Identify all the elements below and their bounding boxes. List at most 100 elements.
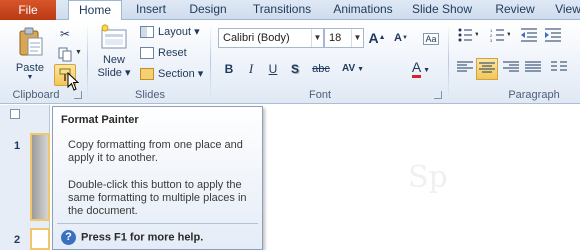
reset-button[interactable]: Reset [140, 43, 187, 63]
align-left-icon [457, 61, 473, 72]
section-icon [140, 68, 154, 81]
grow-font-icon: A [368, 30, 379, 46]
slide-thumbnail-1[interactable] [30, 133, 50, 221]
section-button[interactable]: Section ▾ [140, 64, 203, 84]
decrease-indent-icon [521, 28, 537, 42]
align-right-icon [503, 61, 519, 72]
new-slide-icon [101, 24, 127, 49]
ribbon-home: Paste ▼ ✂ ▼ Clipboard New Slide ▾ Layout… [0, 20, 580, 104]
justify-icon [525, 61, 541, 72]
paste-label: Paste [15, 62, 45, 74]
paste-icon [19, 27, 43, 56]
clipboard-dialog-launcher-icon[interactable] [74, 91, 82, 99]
cut-button[interactable]: ✂ [54, 23, 76, 45]
new-slide-label-line2: Slide ▾ [97, 67, 131, 79]
italic-button[interactable]: I [240, 58, 262, 80]
font-family-select[interactable]: Calibri (Body) ▼ [218, 28, 324, 48]
align-left-button[interactable] [454, 58, 476, 80]
new-slide-button[interactable]: New Slide ▾ [94, 22, 134, 86]
help-icon: ? [61, 230, 76, 245]
tooltip-divider [57, 223, 258, 224]
bold-button[interactable]: B [218, 58, 240, 80]
layout-button[interactable]: Layout ▾ [140, 22, 200, 42]
tab-design[interactable]: Design [180, 0, 236, 20]
section-label: Section ▾ [158, 68, 204, 80]
shrink-font-button[interactable]: A▼ [390, 27, 412, 49]
numbering-button[interactable]: 1 2 3 ▼ [486, 27, 514, 49]
bullets-button[interactable]: ▼ [454, 27, 482, 49]
group-divider [87, 24, 88, 100]
underline-icon: U [268, 62, 278, 76]
clipboard-group-label: Clipboard [12, 89, 60, 101]
numbering-icon: 1 2 3 ▼ [490, 28, 512, 43]
justify-button[interactable] [522, 58, 544, 80]
copy-dropdown-icon[interactable]: ▼ [75, 49, 82, 56]
layout-icon [140, 26, 154, 39]
mouse-cursor-icon [67, 72, 80, 91]
tooltip-description: Copy formatting from one place and apply… [68, 139, 243, 164]
new-slide-label-line1: New [102, 54, 125, 66]
font-size-value: 18 [329, 32, 342, 44]
tooltip-title: Format Painter [61, 114, 139, 126]
tab-animations[interactable]: Animations [328, 0, 398, 20]
increase-indent-icon [545, 28, 561, 42]
svg-text:▼: ▼ [474, 32, 478, 38]
chevron-down-icon: ▼ [351, 29, 363, 47]
tab-review[interactable]: Review [492, 0, 538, 20]
text-shadow-button[interactable]: S [284, 58, 306, 80]
tab-view[interactable]: View [552, 0, 580, 20]
strikethrough-button[interactable]: abc [308, 58, 334, 80]
reset-label: Reset [158, 47, 187, 59]
slide-placeholder-text: Sp [408, 160, 448, 195]
columns-icon [551, 61, 567, 71]
svg-text:▼: ▼ [506, 32, 510, 38]
slide-number-2: 2 [14, 234, 21, 246]
font-dialog-launcher-icon[interactable] [434, 91, 442, 99]
tab-slide-show[interactable]: Slide Show [410, 0, 474, 20]
format-painter-tooltip: Format Painter Copy formatting from one … [52, 106, 263, 250]
ribbon-tab-bar: File Home Insert Design Transitions Anim… [0, 0, 580, 21]
group-divider [448, 24, 449, 100]
slides-group-label: Slides [135, 89, 165, 101]
clear-formatting-button[interactable]: Aa [420, 27, 442, 49]
tab-home[interactable]: Home [68, 0, 122, 21]
scissors-icon: ✂ [59, 27, 71, 41]
chevron-down-icon: ▼ [311, 29, 323, 47]
svg-text:3: 3 [490, 38, 493, 42]
grow-font-button[interactable]: A▲ [366, 27, 388, 49]
clear-formatting-icon: Aa [423, 33, 439, 45]
font-family-value: Calibri (Body) [223, 32, 290, 44]
paragraph-group-label: Paragraph [508, 89, 560, 101]
strikethrough-icon: abc [312, 63, 330, 75]
italic-icon: I [248, 61, 254, 76]
decrease-indent-button[interactable] [518, 27, 540, 49]
bullets-icon: ▼ [458, 28, 480, 42]
tab-insert[interactable]: Insert [126, 0, 176, 20]
font-group-label: Font [308, 89, 331, 101]
bold-icon: B [224, 62, 234, 76]
align-center-button[interactable] [476, 58, 498, 80]
reset-icon [140, 47, 154, 60]
increase-indent-button[interactable] [542, 27, 564, 49]
slide-thumbnail-2[interactable] [30, 228, 50, 250]
tab-file[interactable]: File [0, 0, 56, 20]
font-size-select[interactable]: 18 ▼ [324, 28, 364, 48]
copy-icon [58, 47, 72, 62]
character-spacing-button[interactable]: AV ▼ [338, 58, 368, 80]
tooltip-instructions: Double-click this button to apply the sa… [68, 179, 247, 217]
slide-number-1: 1 [14, 140, 21, 152]
group-divider [210, 24, 211, 100]
tab-transitions[interactable]: Transitions [244, 0, 320, 20]
font-color-button[interactable]: A ▼ [404, 56, 438, 78]
align-right-button[interactable] [500, 58, 522, 80]
columns-button[interactable] [548, 58, 570, 80]
layout-label: Layout ▾ [158, 26, 200, 38]
underline-button[interactable]: U [262, 58, 284, 80]
text-shadow-icon: S [290, 62, 299, 76]
paste-button[interactable]: Paste ▼ [10, 26, 50, 81]
copy-button[interactable] [54, 43, 76, 65]
align-center-icon [479, 62, 495, 73]
shrink-font-icon: A [394, 32, 402, 44]
tooltip-help: ? Press F1 for more help. [61, 230, 203, 245]
slides-tab-icon[interactable] [10, 109, 20, 119]
